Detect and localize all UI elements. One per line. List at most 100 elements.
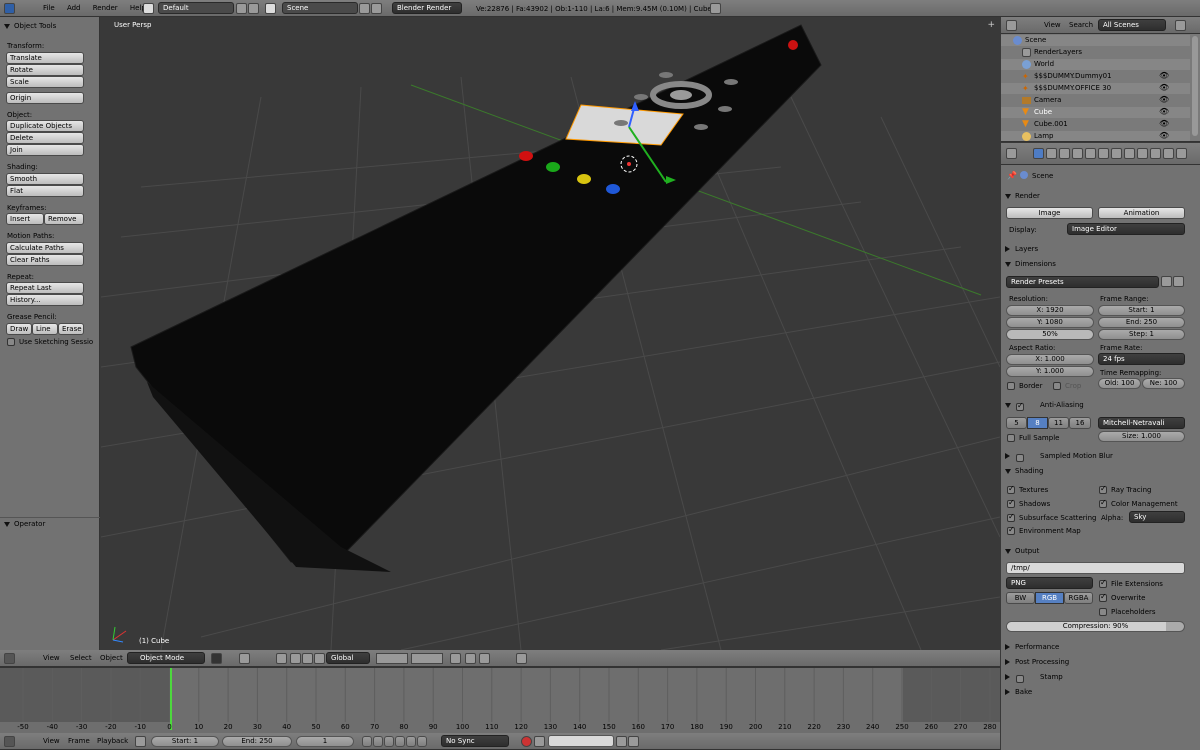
pin-icon[interactable]: 📌 <box>1007 171 1017 180</box>
object-menu[interactable]: Object <box>95 651 128 665</box>
sketching-checkbox[interactable] <box>7 338 15 346</box>
translate-manip-icon[interactable] <box>290 653 301 664</box>
placeholders-option[interactable]: Placeholders <box>1099 607 1156 617</box>
texture-tab-icon[interactable] <box>1150 148 1161 159</box>
motion-blur-checkbox[interactable] <box>1016 454 1024 462</box>
power-button[interactable] <box>788 40 798 50</box>
record-button[interactable] <box>521 736 532 747</box>
frame-step-field[interactable]: Step: 1 <box>1098 329 1185 340</box>
erase-button[interactable]: Erase <box>58 323 84 335</box>
layers-panel-header[interactable]: Layers <box>1001 243 1200 255</box>
render-panel-header[interactable]: Render <box>1001 190 1200 202</box>
post-processing-panel-header[interactable]: Post Processing <box>1001 656 1200 668</box>
menu-add[interactable]: Add <box>62 1 86 15</box>
add-layout-icon[interactable] <box>236 3 247 14</box>
overwrite-checkbox[interactable] <box>1099 592 1107 602</box>
snap-icon[interactable] <box>479 653 490 664</box>
jump-end-button[interactable] <box>417 736 427 747</box>
full-sample-option[interactable]: Full Sample <box>1007 433 1059 443</box>
outliner-row-renderlayers[interactable]: RenderLayers <box>1001 47 1190 58</box>
aa-samples-8[interactable]: 8 <box>1027 417 1048 429</box>
physics-tab-icon[interactable] <box>1176 148 1187 159</box>
lock-icon[interactable] <box>450 653 461 664</box>
crop-option[interactable]: Crop <box>1053 381 1081 391</box>
render-engine-select[interactable]: Blender Render <box>392 2 462 14</box>
outliner-row-scene[interactable]: Scene <box>1001 35 1190 46</box>
blue-button[interactable] <box>606 184 620 194</box>
pivot-icon[interactable] <box>239 653 250 664</box>
join-button[interactable]: Join <box>6 144 84 156</box>
line-button[interactable]: Line <box>32 323 58 335</box>
visibility-eye-icon[interactable]: 👁 <box>1159 71 1169 80</box>
viewport-canvas[interactable] <box>101 17 1000 650</box>
aa-size-field[interactable]: Size: 1.000 <box>1098 431 1185 442</box>
modifiers-tab-icon[interactable] <box>1111 148 1122 159</box>
outliner-row-lamp[interactable]: Lamp 👁 <box>1001 131 1190 141</box>
data-tab-icon[interactable] <box>1124 148 1135 159</box>
aa-samples-16[interactable]: 16 <box>1069 417 1091 429</box>
scene-tab-icon[interactable] <box>1059 148 1070 159</box>
aa-samples-11[interactable]: 11 <box>1048 417 1069 429</box>
remove-preset-icon[interactable] <box>1173 276 1184 287</box>
outliner-row-office[interactable]: ✦ $$$DUMMY.OFFICE 30 👁 <box>1001 83 1190 94</box>
sss-checkbox[interactable] <box>1007 512 1015 522</box>
aa-filter-select[interactable]: Mitchell-Netravali <box>1098 417 1185 429</box>
jump-prev-key-button[interactable] <box>373 736 383 747</box>
jump-next-key-button[interactable] <box>406 736 416 747</box>
sss-option[interactable]: Subsurface Scattering <box>1007 512 1097 523</box>
alpha-select[interactable]: Sky <box>1129 511 1185 523</box>
duplicate-objects-button[interactable]: Duplicate Objects <box>6 120 84 132</box>
time-remap-new-field[interactable]: Ne: 100 <box>1142 378 1185 389</box>
scene-field[interactable]: Scene <box>282 2 358 14</box>
outliner-row-world[interactable]: World <box>1001 59 1190 70</box>
material-tab-icon[interactable] <box>1137 148 1148 159</box>
select-menu[interactable]: Select <box>65 651 97 665</box>
performance-panel-header[interactable]: Performance <box>1001 641 1200 653</box>
render-preview-icon[interactable] <box>516 653 527 664</box>
outliner-filter-select[interactable]: All Scenes <box>1098 19 1166 31</box>
world-tab-icon[interactable] <box>1072 148 1083 159</box>
smooth-button[interactable]: Smooth <box>6 173 84 185</box>
visibility-eye-icon[interactable]: 👁 <box>1159 119 1169 128</box>
render-icon[interactable] <box>710 3 721 14</box>
keying-set-icon[interactable] <box>534 736 545 747</box>
editor-type-icon[interactable] <box>1006 20 1017 31</box>
textures-checkbox[interactable] <box>1007 484 1015 494</box>
border-checkbox[interactable] <box>1007 382 1015 390</box>
ray-tracing-checkbox[interactable] <box>1099 484 1107 494</box>
add-scene-icon[interactable] <box>359 3 370 14</box>
repeat-last-button[interactable]: Repeat Last <box>6 282 84 294</box>
particles-tab-icon[interactable] <box>1163 148 1174 159</box>
sync-mode-select[interactable]: No Sync <box>441 735 509 747</box>
outliner-row-cube[interactable]: ▼ Cube 👁 <box>1001 107 1190 118</box>
anti-aliasing-checkbox[interactable] <box>1016 401 1024 411</box>
outliner-view-menu[interactable]: View <box>1039 18 1066 32</box>
timeline-playback-menu[interactable]: Playback <box>92 734 133 748</box>
file-extensions-option[interactable]: File Extensions <box>1099 578 1163 589</box>
sketching-option[interactable]: Use Sketching Sessio <box>7 337 93 347</box>
close-layout-icon[interactable] <box>248 3 259 14</box>
current-frame-field[interactable]: 1 <box>296 736 354 747</box>
preview-range-icon[interactable] <box>135 736 146 747</box>
frame-rate-select[interactable]: 24 fps <box>1098 353 1185 365</box>
aspect-x-field[interactable]: X: 1.000 <box>1006 354 1094 365</box>
end-frame-field[interactable]: End: 250 <box>222 736 292 747</box>
time-remap-old-field[interactable]: Old: 100 <box>1098 378 1141 389</box>
translate-button[interactable]: Translate <box>6 52 84 64</box>
visibility-eye-icon[interactable]: 👁 <box>1159 131 1169 140</box>
stamp-panel-header[interactable]: Stamp <box>1001 671 1200 683</box>
mode-select[interactable]: Object Mode <box>127 652 205 664</box>
outliner-row-camera[interactable]: Camera 👁 <box>1001 95 1190 106</box>
orientation-select[interactable]: Global <box>326 652 370 664</box>
env-map-option[interactable]: Environment Map <box>1007 525 1081 536</box>
viewport-3d[interactable]: User Persp (1) Cube + <box>101 17 1000 650</box>
delete-button[interactable]: Delete <box>6 132 84 144</box>
ray-tracing-option[interactable]: Ray Tracing <box>1099 484 1151 495</box>
search-icon[interactable] <box>1175 20 1186 31</box>
red-button[interactable] <box>519 151 533 161</box>
render-layers-tab-icon[interactable] <box>1046 148 1057 159</box>
file-extensions-checkbox[interactable] <box>1099 578 1107 588</box>
yellow-button[interactable] <box>577 174 591 184</box>
scale-manip-icon[interactable] <box>314 653 325 664</box>
color-management-option[interactable]: Color Management <box>1099 498 1178 509</box>
